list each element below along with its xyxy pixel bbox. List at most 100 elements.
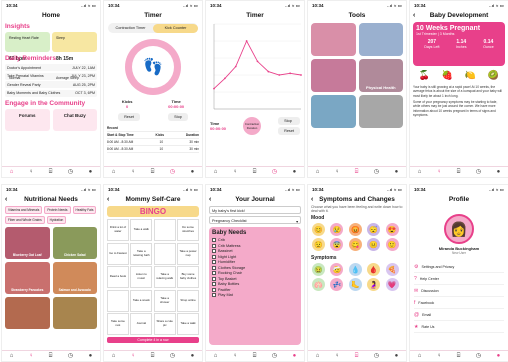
profile-icon[interactable]: ● [191, 169, 195, 175]
timer-icon[interactable]: ◷ [476, 169, 481, 175]
tool-card[interactable] [358, 95, 403, 128]
mother-icon[interactable]: ♀ [29, 169, 34, 175]
calendar-icon[interactable]: ⌸ [457, 353, 461, 359]
bingo-cell[interactable] [153, 242, 176, 265]
chat-button[interactable]: Chat Buzy [52, 108, 97, 131]
checkbox[interactable] [212, 276, 216, 281]
reset-button[interactable]: Reset [278, 127, 300, 135]
home-icon[interactable]: ⌂ [10, 353, 14, 359]
mother-icon[interactable]: ♀ [29, 353, 34, 359]
home-icon[interactable]: ⌂ [316, 169, 320, 175]
back-icon[interactable]: ‹ [209, 196, 211, 203]
mood-icon[interactable]: 😴 [367, 223, 381, 236]
mood-icon[interactable]: 😊 [312, 223, 325, 236]
forums-button[interactable]: Forums [5, 108, 50, 131]
calendar-icon[interactable]: ⌸ [151, 353, 155, 359]
home-icon[interactable]: ⌂ [418, 169, 422, 175]
back-icon[interactable]: ‹ [107, 196, 109, 203]
mother-icon[interactable]: ♀ [335, 353, 340, 359]
food-card[interactable] [5, 297, 50, 329]
mood-icon[interactable]: 😟 [312, 238, 325, 251]
chip[interactable]: Vitamins and Minerals [5, 206, 43, 214]
timer-icon[interactable]: ◷ [374, 169, 379, 175]
symptom-icon[interactable]: 💗 [385, 278, 399, 291]
checklist-item[interactable]: Pacifier [212, 287, 298, 292]
home-icon[interactable]: ⌂ [214, 169, 218, 175]
tool-card[interactable]: Physical Health [358, 59, 403, 92]
sleep-card[interactable]: Sleep 8h 15m Average Sleep [52, 32, 97, 80]
mood-icon[interactable]: 😢 [330, 223, 344, 236]
bingo-cell[interactable]: Do some stretches [177, 219, 199, 241]
menu-item-settings[interactable]: ⚙ Settings and Privacy [414, 261, 504, 273]
menu-item-help[interactable]: ? Help Center [414, 273, 504, 285]
calendar-icon[interactable]: ⌸ [355, 169, 359, 175]
mother-icon[interactable]: ♀ [131, 169, 136, 175]
back-icon[interactable]: ‹ [413, 12, 415, 19]
symptom-icon[interactable]: 🫁 [312, 278, 325, 291]
bingo-cell[interactable]: Take a relaxing walk [153, 266, 176, 288]
home-icon[interactable]: ⌂ [316, 353, 320, 359]
checklist-item[interactable]: Rocking Chair [212, 271, 298, 275]
symptom-icon[interactable]: 🤢 [312, 263, 325, 276]
checkbox[interactable] [212, 238, 216, 242]
symptom-icon[interactable]: 💤 [330, 278, 344, 291]
checkbox[interactable] [212, 243, 216, 248]
mood-icon[interactable]: 😨 [330, 238, 344, 251]
symptom-icon[interactable]: 🍕 [385, 263, 399, 276]
back-icon[interactable]: ‹ [311, 196, 313, 203]
checkbox[interactable] [212, 287, 216, 292]
avatar[interactable]: 👩 [444, 214, 474, 244]
food-card[interactable]: Strawberry Pancakes [5, 262, 50, 294]
profile-icon[interactable]: ● [293, 353, 297, 359]
checklist-item[interactable]: Crib Mattress [212, 243, 298, 248]
bingo-cell[interactable]: Take a relaxing bath [130, 242, 153, 265]
journal-entry-input[interactable]: My baby's first kick! [209, 206, 301, 214]
cherry-icon[interactable]: 🍒 [419, 70, 430, 81]
checklist-select[interactable]: Pregnancy Checklist ▾ [209, 216, 301, 224]
checkbox[interactable] [212, 254, 216, 259]
food-card[interactable]: Salmon and Avocado [52, 262, 97, 294]
calendar-icon[interactable]: ⌸ [457, 169, 461, 175]
mood-icon[interactable]: 🙂 [385, 238, 399, 251]
chip[interactable]: Healthy Fats [72, 206, 97, 214]
strawberry-icon[interactable]: 🍓 [442, 70, 453, 81]
bingo-cell[interactable] [107, 289, 129, 312]
bingo-cell[interactable]: Go to Fastest [107, 242, 129, 265]
mother-icon[interactable]: ♀ [131, 353, 136, 359]
home-icon[interactable]: ⌂ [418, 353, 422, 359]
profile-icon[interactable]: ● [89, 169, 93, 175]
menu-item-rate[interactable]: ★ Rate Us [414, 321, 504, 333]
mood-icon[interactable]: 😍 [385, 223, 399, 236]
home-icon[interactable]: ⌂ [214, 353, 218, 359]
menu-item-discussion[interactable]: ✉ Discussion [414, 285, 504, 297]
bingo-cell[interactable]: Take a walk [130, 219, 153, 241]
stop-button[interactable]: Stop [168, 113, 188, 121]
mother-icon[interactable]: ♀ [437, 169, 442, 175]
heart-rate-card[interactable]: Resting Heart Rate 62 bpm Normal [5, 32, 50, 80]
timer-icon[interactable]: ◷ [272, 169, 277, 175]
checklist-item[interactable]: Crib [212, 238, 298, 242]
bingo-cell[interactable]: Listen to music [130, 266, 153, 288]
timer-icon[interactable]: ◷ [68, 169, 73, 175]
calendar-icon[interactable]: ⌸ [253, 353, 257, 359]
mood-icon[interactable]: 😋 [348, 238, 362, 251]
mood-icon[interactable]: 😐 [367, 238, 381, 251]
checklist-item[interactable]: Clothes Storage [212, 265, 298, 270]
checklist-item[interactable]: Toy Basket [212, 276, 298, 281]
bingo-cell[interactable]: Shop online [177, 289, 199, 312]
calendar-icon[interactable]: ⌸ [253, 169, 257, 175]
home-icon[interactable]: ⌂ [10, 169, 14, 175]
tab-contraction[interactable]: Contraction Timer [108, 24, 153, 33]
food-card[interactable]: Chicken Salad [52, 227, 97, 259]
profile-icon[interactable]: ● [497, 353, 501, 359]
menu-item-email[interactable]: @ Email [414, 309, 504, 321]
checkbox[interactable] [212, 282, 216, 286]
kiwi-icon[interactable]: 🥝 [488, 70, 499, 81]
food-card[interactable]: Blueberry Oat Loaf [5, 227, 50, 259]
bingo-cell[interactable]: Take a shower [153, 289, 176, 312]
bingo-cell[interactable]: Share a cute pic [153, 313, 176, 335]
menu-item-facebook[interactable]: f Facebook [414, 297, 504, 309]
bingo-cell[interactable]: Take a power nap [177, 242, 199, 265]
kick-button[interactable]: 👣 [125, 39, 181, 95]
calendar-icon[interactable]: ⌸ [355, 353, 359, 359]
